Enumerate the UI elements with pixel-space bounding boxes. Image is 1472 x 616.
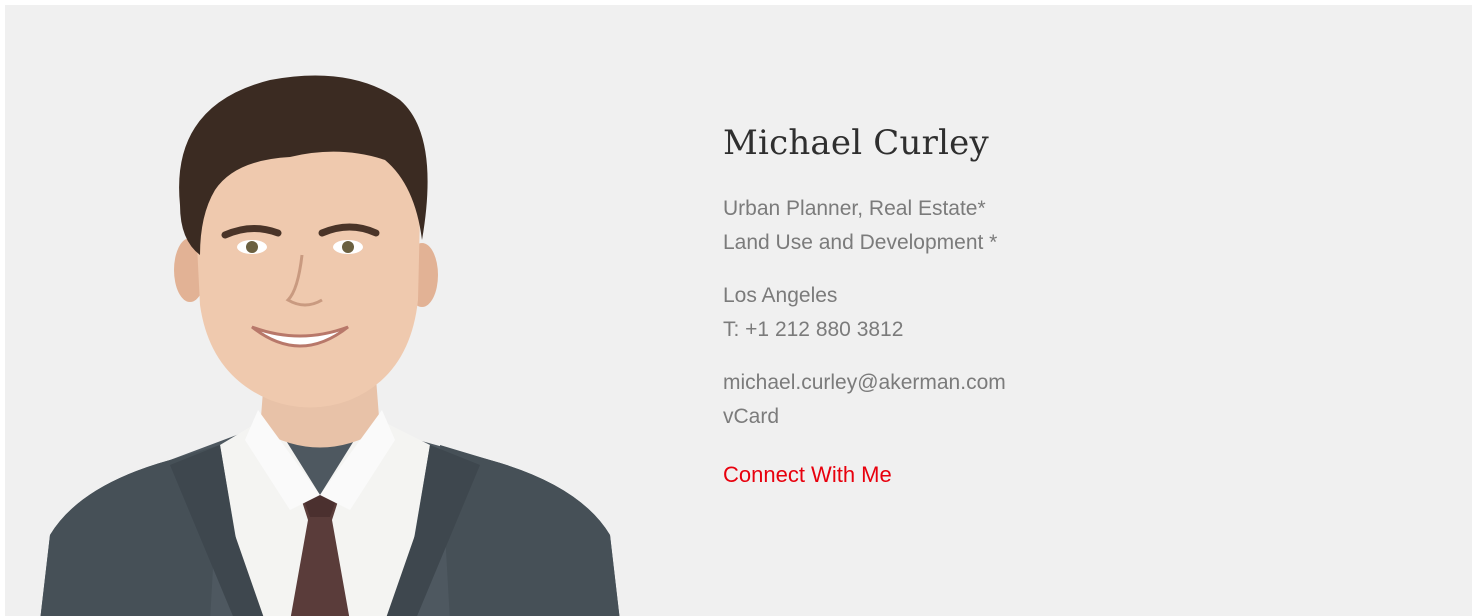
title-primary: Urban Planner, Real Estate*	[723, 197, 986, 220]
vcard-link[interactable]: vCard	[723, 400, 1423, 434]
email-link[interactable]: michael.curley@akerman.com	[723, 366, 1423, 400]
profile-photo	[20, 65, 630, 616]
connect-with-me-link[interactable]: Connect With Me	[723, 460, 892, 490]
title-secondary: Land Use and Development *	[723, 231, 998, 254]
office-location-link[interactable]: Los Angeles	[723, 279, 1423, 313]
contact-block: Los Angeles T: +1 212 880 3812	[723, 279, 1423, 347]
titles-block: Urban Planner, Real Estate* Land Use and…	[723, 192, 1423, 260]
profile-card: Michael Curley Urban Planner, Real Estat…	[5, 5, 1472, 616]
profile-details: Michael Curley Urban Planner, Real Estat…	[723, 120, 1423, 490]
profile-name: Michael Curley	[723, 123, 989, 163]
links-block: michael.curley@akerman.com vCard	[723, 366, 1423, 434]
phone-number: T: +1 212 880 3812	[723, 318, 904, 341]
